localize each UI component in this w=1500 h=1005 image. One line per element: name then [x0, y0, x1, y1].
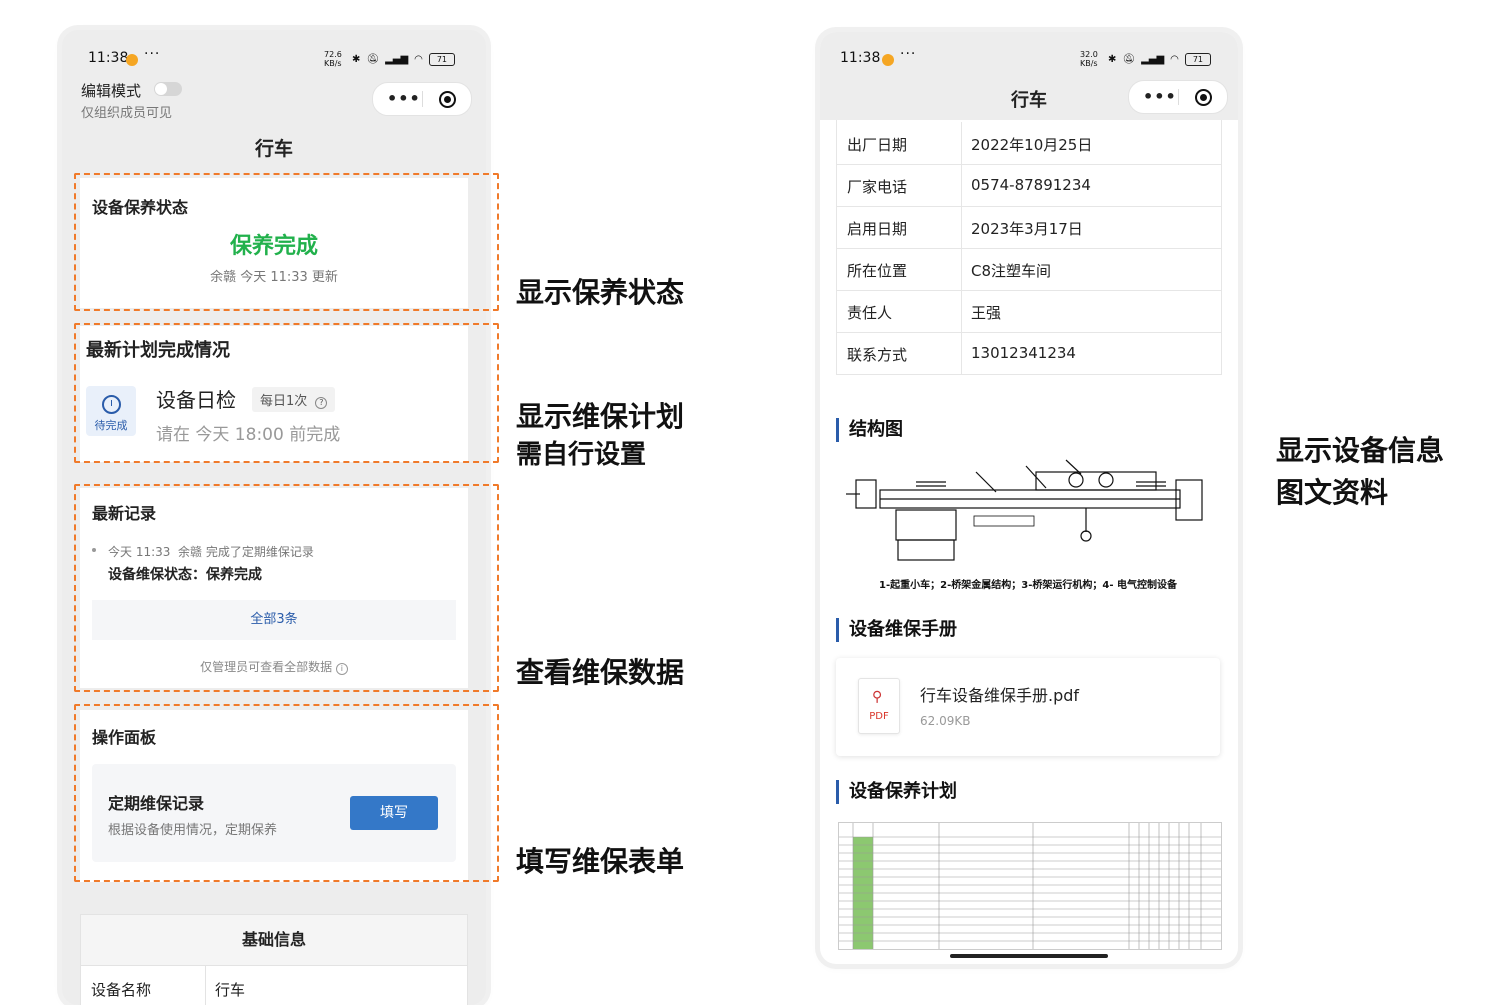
mini-program-capsule: ••• [1128, 80, 1228, 114]
battery-icon: 71 [1184, 52, 1211, 66]
page-title: 行车 [254, 138, 293, 160]
manual-file-card[interactable]: PDF ⚲ 行车设备维保手册.pdf 62.09KB [836, 658, 1220, 756]
edit-mode-label: 编辑模式 [81, 82, 142, 100]
info-value: 2022年10月25日 [971, 136, 1093, 154]
info-row: 出厂日期 2022年10月25日 [837, 122, 1221, 165]
annotation-info-2: 图文资料 [1276, 476, 1389, 509]
pdf-file-type: PDF [869, 711, 889, 722]
network-speed: 32.0 KB/s [1080, 50, 1098, 68]
more-menu-icon[interactable]: ••• [1143, 87, 1177, 106]
more-menu-icon[interactable]: ••• [387, 89, 421, 108]
info-key: 设备名称 [91, 981, 152, 999]
structure-section-title: 结构图 [836, 418, 903, 442]
info-value: 王强 [971, 304, 1002, 322]
annotation-records: 查看维保数据 [516, 656, 685, 689]
annotation-plan-1: 显示维保计划 [516, 400, 685, 433]
status-more-icon: ··· [144, 46, 161, 62]
basic-info-table: 基础信息 设备名称 行车 [80, 914, 468, 1005]
status-time: 11:38 [840, 50, 881, 66]
plan-sheet-preview [839, 823, 1221, 949]
info-key: 启用日期 [847, 220, 908, 238]
status-bar: 11:38 ··· 32.0 KB/s ✱ 🔕︎ ▂▄▆ ◠ 71 [820, 32, 1238, 74]
pdf-file-icon: PDF ⚲ [858, 678, 900, 734]
info-row: 责任人 王强 [837, 290, 1221, 333]
crane-drawing [846, 459, 1203, 561]
basic-info-header: 基础信息 [81, 915, 467, 966]
wifi-icon: ◠ [414, 53, 423, 65]
close-miniprogram-icon[interactable] [439, 91, 456, 108]
bluetooth-icon: ✱ [1108, 53, 1117, 65]
status-indicators: 32.0 KB/s ✱ 🔕︎ ▂▄▆ ◠ 71 [1080, 50, 1211, 68]
battery-icon: 71 [428, 52, 455, 66]
info-key: 联系方式 [847, 346, 908, 364]
highlight-ops [74, 704, 499, 882]
status-bar: 11:38 ··· 72.6 KB/s ✱ 🔕︎ ▂▄▆ ◠ 71 [62, 30, 486, 72]
annotation-form: 填写维保表单 [516, 845, 685, 878]
manual-section-title: 设备维保手册 [836, 618, 957, 642]
close-miniprogram-icon[interactable] [1195, 89, 1212, 106]
annotation-status: 显示保养状态 [516, 276, 685, 309]
notification-icon [882, 54, 894, 66]
info-row: 启用日期 2023年3月17日 [837, 206, 1221, 249]
device-info-table: 出厂日期 2022年10月25日 厂家电话 0574-87891234 启用日期 20… [836, 120, 1222, 375]
info-row: 所在位置 C8注塑车间 [837, 248, 1221, 291]
file-size: 62.09KB [920, 714, 971, 728]
mini-program-capsule: ••• [372, 82, 472, 116]
highlight-status [74, 173, 499, 311]
diagram-caption: 1-起重小车；2-桥架金属结构；3-桥架运行机构；4- 电气控制设备 [879, 580, 1177, 591]
home-indicator [950, 954, 1108, 958]
right-phone-screen: 11:38 ··· 32.0 KB/s ✱ 🔕︎ ▂▄▆ ◠ 71 行车 •••… [820, 32, 1238, 964]
status-time: 11:38 [88, 50, 129, 66]
info-row: 厂家电话 0574-87891234 [837, 164, 1221, 207]
edit-mode-toggle[interactable] [154, 82, 182, 96]
highlight-plan [74, 323, 499, 463]
info-row: 联系方式 13012341234 [837, 332, 1221, 374]
mute-icon: 🔕︎ [1122, 53, 1136, 65]
notification-icon [126, 54, 138, 66]
edit-mode-subtitle: 仅组织成员可见 [81, 106, 173, 121]
info-value: 0574-87891234 [971, 176, 1091, 194]
info-key: 责任人 [847, 304, 893, 322]
status-more-icon: ··· [900, 46, 917, 62]
info-key: 厂家电话 [847, 178, 908, 196]
highlight-records [74, 484, 499, 692]
wifi-icon: ◠ [1170, 53, 1179, 65]
mute-icon: 🔕︎ [366, 53, 380, 65]
info-value: 13012341234 [971, 344, 1076, 362]
maintenance-plan-sheet[interactable] [838, 822, 1222, 950]
info-key: 所在位置 [847, 262, 908, 280]
network-speed: 72.6 KB/s [324, 50, 342, 68]
status-indicators: 72.6 KB/s ✱ 🔕︎ ▂▄▆ ◠ 71 [324, 50, 455, 68]
crane-structure-diagram[interactable]: 1-起重小车；2-桥架金属结构；3-桥架运行机构；4- 电气控制设备 [836, 452, 1220, 596]
signal-icon: ▂▄▆ [385, 53, 409, 65]
info-value: 行车 [215, 981, 246, 999]
info-value: 2023年3月17日 [971, 220, 1083, 238]
signal-icon: ▂▄▆ [1141, 53, 1165, 65]
annotation-plan-2: 需自行设置 [516, 440, 647, 470]
file-name: 行车设备维保手册.pdf [920, 686, 1080, 705]
plan-section-title: 设备保养计划 [836, 780, 957, 804]
info-value: C8注塑车间 [971, 262, 1052, 280]
bluetooth-icon: ✱ [352, 53, 361, 65]
annotation-info-1: 显示设备信息 [1276, 434, 1445, 467]
info-key: 出厂日期 [847, 136, 908, 154]
